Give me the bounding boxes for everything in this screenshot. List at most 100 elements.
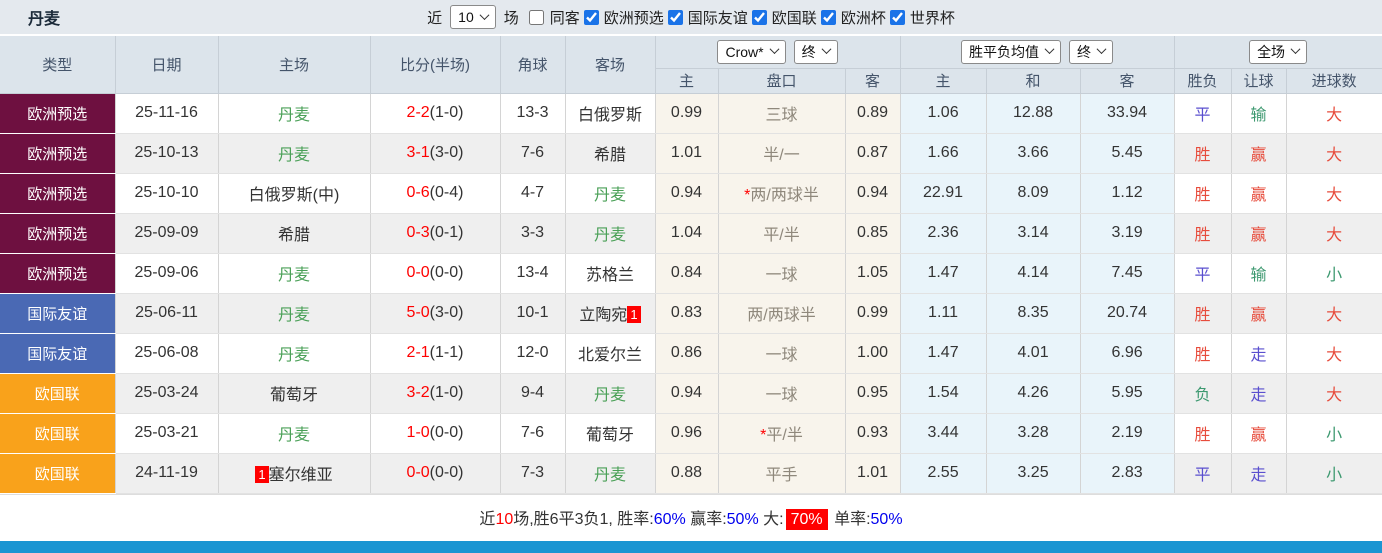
- odds-away-cell: 1.01: [845, 453, 901, 494]
- league-filter[interactable]: 世界杯: [889, 7, 959, 28]
- league-checkbox[interactable]: [889, 9, 905, 25]
- home-team-cell: 丹麦: [218, 133, 371, 174]
- result-goals-cell: 大: [1286, 93, 1382, 134]
- result-group-header: 全场: [1174, 36, 1382, 69]
- avg-home-cell: 2.55: [900, 453, 987, 494]
- league-label: 国际友谊: [687, 9, 748, 27]
- team-name: 丹麦: [593, 187, 626, 204]
- team-name: 希腊: [593, 147, 626, 164]
- subcol-result-wdl: 胜负: [1174, 68, 1232, 94]
- summary-segment: 50%: [726, 511, 759, 528]
- date-cell: 25-11-16: [115, 93, 219, 134]
- match-row: 欧国联 25-03-24 葡萄牙 3-2(1-0) 9-4 丹麦 0.94 一球…: [0, 373, 1382, 414]
- corner-cell: 4-7: [500, 173, 566, 214]
- result-wdl-cell: 胜: [1174, 133, 1232, 174]
- away-team-cell: 丹麦: [565, 173, 656, 214]
- handicap-cell: 平/半: [718, 213, 846, 254]
- handicap-cell: 半/一: [718, 133, 846, 174]
- avg-away-cell: 2.83: [1080, 453, 1175, 494]
- score-cell: 0-0(0-0): [370, 453, 501, 494]
- handicap-cell: 三球: [718, 93, 846, 134]
- avg-away-cell: 20.74: [1080, 293, 1175, 334]
- result-handicap-cell: 走: [1231, 453, 1287, 494]
- result-handicap-cell: 赢: [1231, 213, 1287, 254]
- avg-draw-cell: 3.14: [986, 213, 1081, 254]
- league-filter[interactable]: 欧洲预选: [583, 7, 668, 28]
- avg-home-cell: 1.06: [900, 93, 987, 134]
- league-checkbox[interactable]: [751, 9, 767, 25]
- match-row: 欧洲预选 25-10-13 丹麦 3-1(3-0) 7-6 希腊 1.01 半/…: [0, 133, 1382, 174]
- away-team-cell: 白俄罗斯: [565, 93, 656, 134]
- away-team-cell: 葡萄牙: [565, 413, 656, 454]
- avg-home-cell: 2.36: [900, 213, 987, 254]
- odds-away-cell: 1.00: [845, 333, 901, 374]
- league-checkbox[interactable]: [667, 9, 683, 25]
- avg-draw-cell: 3.66: [986, 133, 1081, 174]
- home-team-cell: 丹麦: [218, 333, 371, 374]
- handicap-cell: *平/半: [718, 413, 846, 454]
- date-cell: 25-10-10: [115, 173, 219, 214]
- odds-away-cell: 1.05: [845, 253, 901, 294]
- match-row: 国际友谊 25-06-11 丹麦 5-0(3-0) 10-1 立陶宛 1 0.83…: [0, 293, 1382, 334]
- score-cell: 3-2(1-0): [370, 373, 501, 414]
- odds-home-cell: 0.94: [655, 173, 719, 214]
- odds-home-cell: 1.04: [655, 213, 719, 254]
- subcol-avg-draw: 和: [986, 68, 1081, 94]
- same-venue-checkbox[interactable]: [528, 9, 544, 25]
- summary-segment: 场,胜6平3负1, 胜率:: [513, 511, 654, 528]
- team-name: 塞尔维亚: [268, 467, 333, 484]
- team-name: 丹麦: [277, 267, 310, 284]
- avg-home-cell: 1.66: [900, 133, 987, 174]
- avg-home-cell: 3.44: [900, 413, 987, 454]
- team-name: 丹麦: [593, 227, 626, 244]
- type-badge: 欧洲预选: [0, 253, 116, 294]
- corner-cell: 7-6: [500, 133, 566, 174]
- odds-home-cell: 0.99: [655, 93, 719, 134]
- league-checkbox[interactable]: [820, 9, 836, 25]
- league-filter[interactable]: 欧国联: [751, 7, 821, 28]
- corner-cell: 12-0: [500, 333, 566, 374]
- handicap-cell: *两/两球半: [718, 173, 846, 214]
- match-row: 欧洲预选 25-09-06 丹麦 0-0(0-0) 13-4 苏格兰 0.84 …: [0, 253, 1382, 294]
- type-badge: 欧洲预选: [0, 213, 116, 254]
- result-wdl-cell: 平: [1174, 253, 1232, 294]
- avg-away-cell: 2.19: [1080, 413, 1175, 454]
- match-row: 国际友谊 25-06-08 丹麦 2-1(1-1) 12-0 北爱尔兰 0.86…: [0, 333, 1382, 374]
- avg-metric-select[interactable]: 胜平负均值: [961, 39, 1062, 64]
- odds-time-select[interactable]: 终: [793, 39, 838, 64]
- type-badge: 国际友谊: [0, 293, 116, 334]
- avg-home-cell: 1.47: [900, 333, 987, 374]
- home-team-cell: 1 塞尔维亚: [218, 453, 371, 494]
- type-badge: 欧洲预选: [0, 93, 116, 134]
- recent-count-select[interactable]: 10: [450, 5, 496, 29]
- date-cell: 24-11-19: [115, 453, 219, 494]
- summary-segment: 50%: [870, 511, 903, 528]
- result-wdl-cell: 胜: [1174, 333, 1232, 374]
- away-team-cell: 丹麦: [565, 453, 656, 494]
- same-venue-filter[interactable]: 同客: [523, 7, 584, 28]
- result-handicap-cell: 赢: [1231, 413, 1287, 454]
- date-cell: 25-09-09: [115, 213, 219, 254]
- odds-home-cell: 0.86: [655, 333, 719, 374]
- odds-company-select[interactable]: Crow*: [717, 39, 786, 64]
- result-wdl-cell: 平: [1174, 93, 1232, 134]
- date-cell: 25-03-24: [115, 373, 219, 414]
- home-team-cell: 丹麦: [218, 93, 371, 134]
- avg-time-select[interactable]: 终: [1069, 39, 1114, 64]
- date-cell: 25-06-11: [115, 293, 219, 334]
- result-goals-cell: 大: [1286, 173, 1382, 214]
- league-checkbox[interactable]: [583, 9, 599, 25]
- summary-segment: 70%: [785, 509, 828, 530]
- league-filter[interactable]: 欧洲杯: [820, 7, 890, 28]
- result-scope-select[interactable]: 全场: [1249, 39, 1308, 64]
- result-handicap-cell: 输: [1231, 93, 1287, 134]
- recent-label: 近: [427, 9, 443, 27]
- col-header-type: 类型: [0, 36, 116, 94]
- avg-draw-cell: 3.28: [986, 413, 1081, 454]
- corner-cell: 13-3: [500, 93, 566, 134]
- result-handicap-cell: 输: [1231, 253, 1287, 294]
- score-cell: 1-0(0-0): [370, 413, 501, 454]
- league-filter[interactable]: 国际友谊: [667, 7, 752, 28]
- away-team-cell: 立陶宛 1: [565, 293, 656, 334]
- subcol-handicap: 盘口: [718, 68, 846, 94]
